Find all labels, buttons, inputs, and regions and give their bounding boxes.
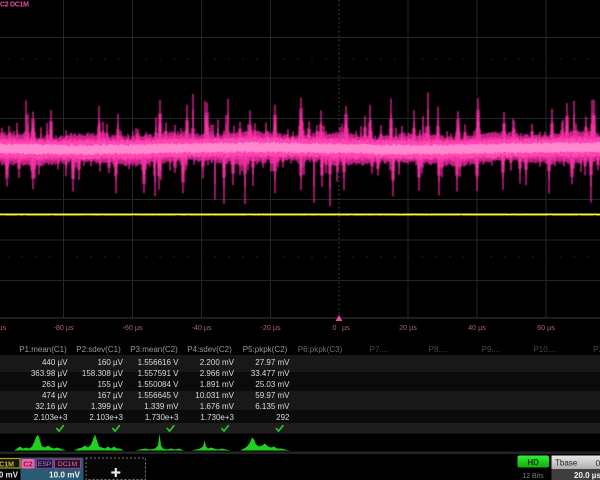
svg-text:50.0 mV: 50.0 mV [0, 471, 19, 480]
svg-text:2.103e+3: 2.103e+3 [34, 413, 68, 422]
svg-text:60 µs: 60 µs [537, 323, 555, 332]
svg-text:1.550084 V: 1.550084 V [138, 380, 180, 389]
svg-text:10.0 mV: 10.0 mV [49, 471, 80, 480]
svg-text:-80 µs: -80 µs [53, 323, 74, 332]
svg-text:2.200 mV: 2.200 mV [200, 358, 235, 367]
svg-text:P8....: P8.... [429, 345, 448, 354]
svg-text:2.966 mV: 2.966 mV [200, 369, 235, 378]
svg-text:25.03 mV: 25.03 mV [255, 380, 290, 389]
svg-text:474 µV: 474 µV [42, 391, 68, 400]
svg-text:158.308 µV: 158.308 µV [82, 369, 124, 378]
svg-text:12 Bits: 12 Bits [522, 473, 544, 480]
svg-text:P1: P1 [593, 345, 600, 354]
svg-text:10.031 mV: 10.031 mV [195, 391, 234, 400]
svg-text:0.00: 0.00 [596, 458, 600, 468]
svg-text:ESP: ESP [38, 461, 52, 468]
svg-text:P6:pkpk(C3): P6:pkpk(C3) [298, 345, 343, 354]
svg-text:P2:sdev(C1): P2:sdev(C1) [76, 345, 121, 354]
svg-text:167 µV: 167 µV [97, 391, 123, 400]
svg-text:-60 µs: -60 µs [122, 323, 143, 332]
svg-text:6.135 mV: 6.135 mV [255, 402, 290, 411]
svg-text:-20 µs: -20 µs [260, 323, 281, 332]
svg-text:363.98 µV: 363.98 µV [31, 369, 68, 378]
svg-text:1.891 mV: 1.891 mV [200, 380, 235, 389]
svg-text:P7....: P7.... [370, 345, 389, 354]
svg-text:HD: HD [527, 458, 539, 467]
svg-text:DC1M: DC1M [58, 461, 78, 468]
svg-text:Tbase: Tbase [555, 459, 578, 468]
svg-text:27.97 mV: 27.97 mV [255, 358, 290, 367]
svg-text:1.339 mV: 1.339 mV [144, 402, 179, 411]
svg-text:1.730e+3: 1.730e+3 [145, 413, 179, 422]
svg-text:P9....: P9.... [482, 345, 501, 354]
svg-text:32.16 µV: 32.16 µV [35, 402, 68, 411]
svg-text:DC1M: DC1M [0, 461, 14, 468]
svg-text:-100 µs: -100 µs [0, 323, 6, 332]
svg-text:1.399 µV: 1.399 µV [91, 402, 124, 411]
svg-text:-40 µs: -40 µs [191, 323, 212, 332]
svg-text:C2: C2 [23, 460, 33, 469]
svg-text:1.557591 V: 1.557591 V [138, 369, 180, 378]
svg-text:1.676 mV: 1.676 mV [200, 402, 235, 411]
svg-text:1.730e+3: 1.730e+3 [200, 413, 234, 422]
svg-text:292: 292 [276, 413, 290, 422]
svg-text:P5:pkpk(C2): P5:pkpk(C2) [243, 345, 288, 354]
svg-text:P3:mean(C2): P3:mean(C2) [130, 345, 178, 354]
svg-text:33.477 mV: 33.477 mV [251, 369, 290, 378]
svg-text:0: 0 [333, 323, 337, 332]
svg-text:1.556616 V: 1.556616 V [138, 358, 180, 367]
svg-text:160 µV: 160 µV [97, 358, 123, 367]
svg-text:C2 DC1M: C2 DC1M [0, 2, 29, 9]
svg-text:P1:mean(C1): P1:mean(C1) [19, 345, 67, 354]
svg-text:P4:sdev(C2): P4:sdev(C2) [187, 345, 232, 354]
svg-text:20 µs: 20 µs [399, 323, 417, 332]
svg-text:20.0 µs: 20.0 µs [574, 471, 600, 480]
svg-text:P10....: P10.... [533, 345, 556, 354]
svg-text:440 µV: 440 µV [42, 358, 68, 367]
svg-text:155 µV: 155 µV [97, 380, 123, 389]
svg-text:1.556645 V: 1.556645 V [138, 391, 180, 400]
svg-text:59.97 mV: 59.97 mV [255, 391, 290, 400]
svg-text:µs: µs [342, 323, 350, 332]
svg-text:2.103e+3: 2.103e+3 [89, 413, 123, 422]
svg-text:263 µV: 263 µV [42, 380, 68, 389]
svg-text:40 µs: 40 µs [468, 323, 486, 332]
